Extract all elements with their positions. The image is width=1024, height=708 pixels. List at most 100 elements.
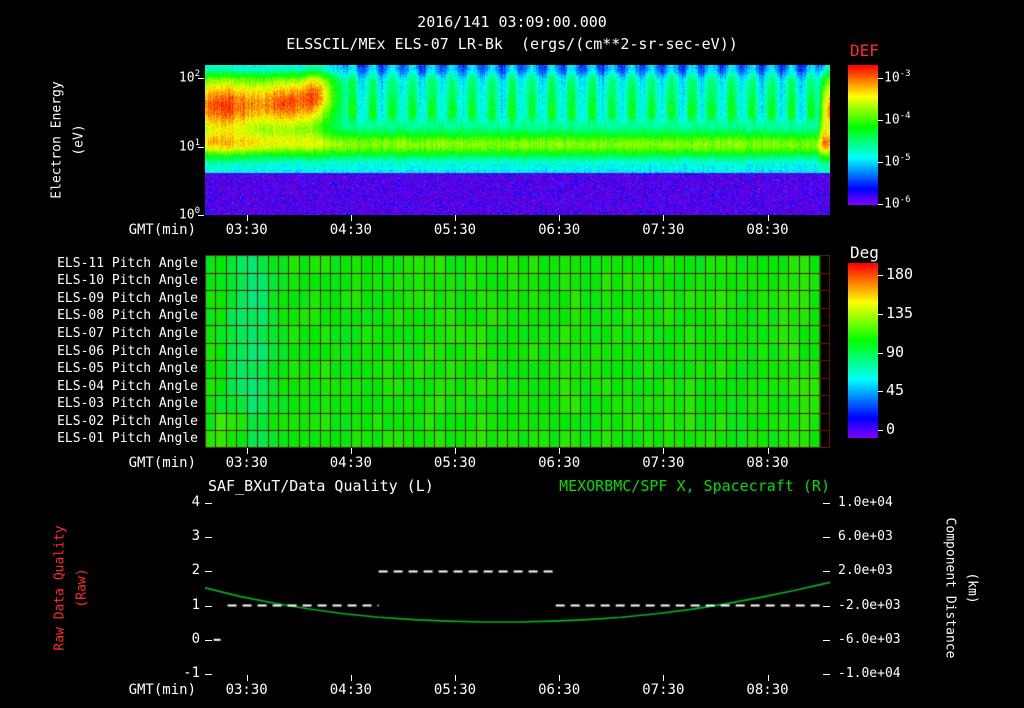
tick-mark [247,448,248,454]
tick-mark [663,215,664,221]
x-tick-label: 03:30 [225,682,268,698]
deg-colorbar-tick-label: 90 [886,342,905,361]
tick-mark [247,675,248,681]
tick-mark [663,675,664,681]
gmt-axis-label-3: GMT(min) [128,682,196,698]
pitch-row-label: ELS-09 Pitch Angle [57,290,198,306]
x-tick-label: 07:30 [642,455,685,471]
def-colorbar-tick-label: 10-6 [884,195,911,212]
gmt-axis-label-1: GMT(min) [128,222,196,238]
pitch-row-label: ELS-11 Pitch Angle [57,255,198,271]
x-tick-label: 06:30 [538,222,581,238]
pitch-row-label: ELS-08 Pitch Angle [57,308,198,324]
deg-colorbar-title: Deg [850,243,879,262]
spacecraft-series-title: MEXORBMC/SPF X, Spacecraft (R) [559,477,830,495]
def-colorbar [848,65,878,205]
tick-mark [455,675,456,681]
pitch-row-label: ELS-10 Pitch Angle [57,273,198,289]
tick-mark [823,640,830,641]
distance-tick-label: 2.0e+03 [838,563,893,579]
energy-tick-label: 102 [178,69,200,86]
quality-tick-label: 0 [191,630,200,647]
def-colorbar-title: DEF [850,41,879,60]
distance-tick-label: 1.0e+04 [838,495,893,510]
tick-mark [823,503,830,504]
deg-colorbar-tick-label: 0 [886,420,896,438]
quality-series-title: SAF_BXuT/Data Quality (L) [208,477,434,495]
tick-mark [823,674,830,675]
pitch-row-label: ELS-03 Pitch Angle [57,396,198,412]
pitch-row-label: ELS-04 Pitch Angle [57,378,198,394]
tick-mark [247,215,248,221]
energy-axis-label-line2: (eV) [71,124,87,156]
page-title: 2016/141 03:09:00.000 [417,13,607,31]
x-tick-label: 07:30 [642,222,685,238]
quality-tick-label: 1 [191,596,200,613]
energy-tick-label: 101 [178,137,200,154]
tick-mark [205,640,212,641]
energy-tick-label: 100 [178,206,200,223]
def-colorbar-tick-label: 10-3 [884,69,911,86]
quality-tick-label: 2 [191,562,200,579]
tick-mark [455,215,456,221]
tick-mark [559,215,560,221]
x-tick-label: 03:30 [225,222,268,238]
deg-colorbar-tick-label: 180 [886,265,914,283]
tick-mark [663,448,664,454]
tick-mark [559,675,560,681]
spectrogram-plot-screen: 2016/141 03:09:00.000 ELSSCIL/MEx ELS-07… [0,0,1024,708]
tick-mark [198,78,204,79]
distance-tick-label: -1.0e+04 [838,666,901,681]
component-distance-axis-label-line2: (km) [964,572,980,604]
pitch-angle-grid-canvas [205,255,830,448]
x-tick-label: 05:30 [433,455,477,471]
tick-mark [351,448,352,454]
tick-mark [878,391,883,392]
tick-mark [878,120,883,121]
x-tick-label: 06:30 [538,455,581,471]
tick-mark [878,430,883,431]
tick-mark [205,503,212,504]
tick-mark [205,571,212,572]
quality-tick-label: 3 [191,528,200,545]
pitch-row-label: ELS-01 Pitch Angle [57,431,198,447]
tick-mark [455,448,456,454]
x-tick-label: 04:30 [329,222,372,238]
tick-mark [351,215,352,221]
pitch-row-label: ELS-06 Pitch Angle [57,343,198,359]
x-tick-label: 06:30 [538,682,581,698]
x-tick-label: 07:30 [642,682,685,698]
tick-mark [878,353,883,354]
x-tick-label: 05:30 [433,222,477,238]
tick-mark [768,215,769,221]
x-tick-label: 08:30 [746,682,789,698]
tick-mark [823,606,830,607]
pitch-row-label: ELS-05 Pitch Angle [57,361,198,377]
distance-tick-label: 6.0e+03 [838,529,893,545]
tick-mark [878,314,883,315]
x-tick-label: 03:30 [225,455,268,471]
tick-mark [768,675,769,681]
tick-mark [878,275,883,276]
tick-mark [878,204,883,205]
deg-colorbar [848,263,878,438]
tick-mark [878,162,883,163]
component-distance-axis-label-line1: Component Distance [942,517,958,659]
deg-colorbar-tick-label: 135 [886,303,914,322]
tick-mark [559,448,560,454]
x-tick-label: 08:30 [746,222,789,238]
distance-tick-label: -2.0e+03 [838,597,901,613]
def-colorbar-tick-label: 10-4 [884,111,911,128]
tick-mark [205,606,212,607]
tick-mark [823,537,830,538]
quality-tick-label: 4 [191,494,200,510]
pitch-row-label: ELS-07 Pitch Angle [57,325,198,341]
tick-mark [878,78,883,79]
quality-distance-plot-canvas [205,500,830,675]
tick-mark [351,675,352,681]
tick-mark [823,571,830,572]
tick-mark [205,537,212,538]
x-tick-label: 04:30 [329,455,372,471]
tick-mark [198,147,204,148]
deg-colorbar-tick-label: 45 [886,381,905,400]
